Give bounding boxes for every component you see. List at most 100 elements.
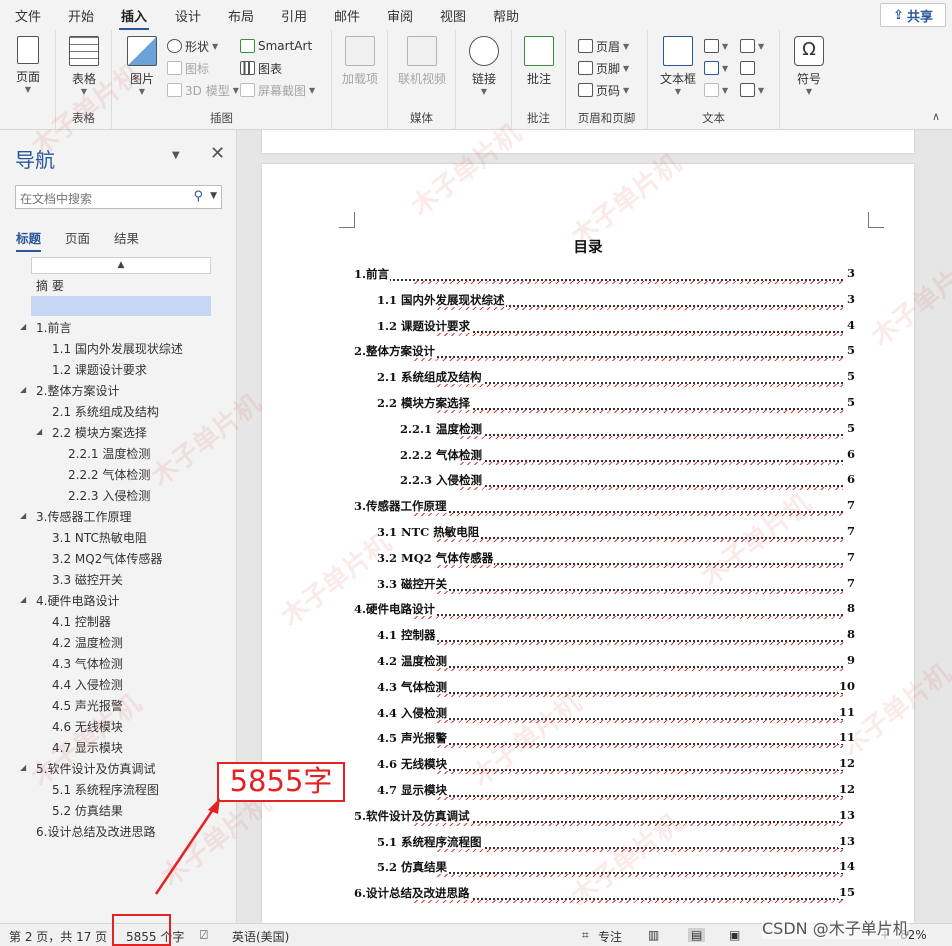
nav-heading-item[interactable]: 2.2.1 温度检测 xyxy=(68,445,150,462)
toc-entry[interactable]: 3.2 MQ2 气体传感器 7 xyxy=(377,549,855,568)
tab-layout[interactable]: 布局 xyxy=(228,6,254,25)
close-icon[interactable]: ✕ xyxy=(210,143,225,164)
nav-heading-item[interactable]: 3.2 MQ2气体传感器 xyxy=(52,550,162,567)
expand-collapse-icon[interactable]: ◢ xyxy=(20,322,26,331)
toc-entry[interactable]: 1.2 课题设计要求 4 xyxy=(377,317,855,336)
toc-entry[interactable]: 4.3 气体检测 10 xyxy=(377,678,855,697)
expand-collapse-icon[interactable]: ◢ xyxy=(20,763,26,772)
document-page[interactable]: 目录 1.前言 3 1.1 国内外发展现状综述 3 1.2 课题设计要求 4 2.整体方案设… xyxy=(262,164,914,923)
tab-file[interactable]: 文件 xyxy=(15,6,41,25)
smartart-button[interactable]: SmartArt xyxy=(240,36,312,56)
nav-tab-pages[interactable]: 页面 xyxy=(65,228,90,247)
nav-heading-item[interactable]: 1.2 课题设计要求 xyxy=(52,361,147,378)
toc-entry[interactable]: 4.4 入侵检测 11 xyxy=(377,704,855,723)
nav-heading-item[interactable]: 5.2 仿真结果 xyxy=(52,802,123,819)
toc-entry[interactable]: 2.2.2 气体检测 6 xyxy=(400,446,855,465)
toc-entry[interactable]: 4.1 控制器 8 xyxy=(377,627,855,646)
nav-tab-results[interactable]: 结果 xyxy=(114,228,139,247)
nav-heading-item[interactable]: 1.前言 xyxy=(36,319,71,336)
addins-button[interactable]: 加载项 xyxy=(337,34,383,100)
toc-entry[interactable]: 1.1 国内外发展现状综述 3 xyxy=(377,291,855,310)
proofing-icon[interactable]: ⍁ xyxy=(200,928,208,943)
nav-heading-item[interactable]: 2.1 系统组成及结构 xyxy=(52,403,159,420)
language[interactable]: 英语(美国) xyxy=(232,928,289,945)
toc-entry[interactable]: 4.硬件电路设计 8 xyxy=(354,601,855,620)
online-video-button[interactable]: 联机视频 xyxy=(392,34,452,100)
nav-heading-item[interactable]: 2.2 模块方案选择 xyxy=(52,424,147,441)
toc-entry[interactable]: 1.前言 3 xyxy=(354,266,855,284)
toc-entry[interactable]: 5.1 系统程序流程图 13 xyxy=(377,833,855,852)
tab-help[interactable]: 帮助 xyxy=(493,6,519,25)
toc-entry[interactable]: 5.软件设计及仿真调试 13 xyxy=(354,807,855,826)
quick-parts-button[interactable]: ▼ xyxy=(704,36,728,56)
toc-entry[interactable]: 4.7 显示模块 12 xyxy=(377,782,855,800)
tab-design[interactable]: 设计 xyxy=(175,6,201,25)
nav-scroll-up-button[interactable]: ▲ xyxy=(31,257,211,274)
toc-entry[interactable]: 4.6 无线模块 12 xyxy=(377,756,855,775)
toc-entry[interactable]: 4.2 温度检测 9 xyxy=(377,653,855,671)
comment-button[interactable]: 批注 xyxy=(516,34,562,100)
screenshot-button[interactable]: 屏幕截图 ▼ xyxy=(240,80,315,100)
expand-collapse-icon[interactable]: ◢ xyxy=(20,385,26,394)
nav-heading-item[interactable]: 2.整体方案设计 xyxy=(36,382,119,399)
textbox-button[interactable]: 文本框 ▼ xyxy=(655,34,701,100)
toc-entry[interactable]: 3.1 NTC 热敏电阻 7 xyxy=(377,524,855,542)
pages-button[interactable]: 页面 ▼ xyxy=(5,34,51,100)
expand-collapse-icon[interactable]: ◢ xyxy=(20,595,26,604)
chevron-down-icon[interactable]: ▼ xyxy=(210,191,217,201)
tab-references[interactable]: 引用 xyxy=(281,6,307,25)
nav-heading-item[interactable]: 2.2.3 入侵检测 xyxy=(68,487,150,504)
nav-heading-item[interactable]: 4.1 控制器 xyxy=(52,613,111,630)
toc-entry[interactable]: 2.2 模块方案选择 5 xyxy=(377,395,855,413)
wordart-button[interactable]: ▼ xyxy=(704,58,728,78)
drop-cap-button[interactable]: ▼ xyxy=(704,80,728,100)
toc-entry[interactable]: 2.2.1 温度检测 5 xyxy=(400,420,855,439)
picture-button[interactable]: 图片 ▼ xyxy=(119,34,165,100)
tab-view[interactable]: 视图 xyxy=(440,6,466,25)
nav-search-input[interactable]: 在文档中搜索 ⚲ ▼ xyxy=(15,185,222,209)
nav-heading-item[interactable]: 3.传感器工作原理 xyxy=(36,508,131,525)
toc-entry[interactable]: 2.整体方案设计 5 xyxy=(354,343,855,362)
nav-heading-item[interactable]: 5.1 系统程序流程图 xyxy=(52,781,159,798)
header-button[interactable]: 页眉 ▼ xyxy=(578,36,629,56)
chart-button[interactable]: 图表 xyxy=(240,58,282,78)
symbol-button[interactable]: Ω 符号 ▼ xyxy=(786,34,832,100)
nav-selected-heading[interactable] xyxy=(31,296,211,316)
nav-heading-item[interactable]: 4.2 温度检测 xyxy=(52,634,123,651)
nav-heading-item[interactable]: 3.3 磁控开关 xyxy=(52,571,123,588)
object-button[interactable]: ▼ xyxy=(740,80,764,100)
nav-heading-item[interactable]: 3.1 NTC热敏电阻 xyxy=(52,529,147,546)
nav-tab-headings[interactable]: 标题 xyxy=(16,228,42,252)
focus-icon[interactable]: ⌗ xyxy=(582,928,589,943)
focus-label[interactable]: 专注 xyxy=(598,928,622,945)
tab-home[interactable]: 开始 xyxy=(68,6,94,25)
shapes-button[interactable]: 形状 ▼ xyxy=(167,36,218,56)
nav-options-icon[interactable]: ▼ xyxy=(172,150,180,161)
nav-heading-item[interactable]: 4.3 气体检测 xyxy=(52,655,123,672)
nav-heading-item[interactable]: 4.6 无线模块 xyxy=(52,718,123,735)
read-mode-icon[interactable]: ▥ xyxy=(648,928,659,942)
tab-review[interactable]: 审阅 xyxy=(387,6,413,25)
table-button[interactable]: 表格 ▼ xyxy=(61,34,107,100)
3d-model-button[interactable]: 3D 模型 ▼ xyxy=(167,80,239,100)
nav-heading-item[interactable]: 4.7 显示模块 xyxy=(52,739,123,756)
nav-heading-item[interactable]: 4.4 入侵检测 xyxy=(52,676,123,693)
search-icon[interactable]: ⚲ xyxy=(193,189,203,204)
web-layout-icon[interactable]: ▣ xyxy=(729,928,740,942)
nav-heading-item[interactable]: 6.设计总结及改进思路 xyxy=(36,823,155,840)
page-info[interactable]: 第 2 页，共 17 页 xyxy=(9,928,107,945)
link-button[interactable]: 链接 ▼ xyxy=(461,34,507,100)
signature-line-button[interactable]: ▼ xyxy=(740,36,764,56)
icons-button[interactable]: 图标 xyxy=(167,58,209,78)
toc-entry[interactable]: 2.1 系统组成及结构 5 xyxy=(377,369,855,388)
nav-heading-item[interactable]: 2.2.2 气体检测 xyxy=(68,466,150,483)
toc-entry[interactable]: 2.2.3 入侵检测 6 xyxy=(400,472,855,491)
toc-entry[interactable]: 3.3 磁控开关 7 xyxy=(377,575,855,594)
footer-button[interactable]: 页脚 ▼ xyxy=(578,58,629,78)
share-button[interactable]: ⇪ 共享 xyxy=(880,3,946,27)
collapse-ribbon-icon[interactable]: ∧ xyxy=(932,110,940,123)
toc-entry[interactable]: 4.5 声光报警 11 xyxy=(377,730,855,749)
toc-entry[interactable]: 3.传感器工作原理 7 xyxy=(354,498,855,517)
nav-heading-item[interactable]: 摘 要 xyxy=(36,277,64,294)
print-layout-icon[interactable]: ▤ xyxy=(688,928,706,942)
